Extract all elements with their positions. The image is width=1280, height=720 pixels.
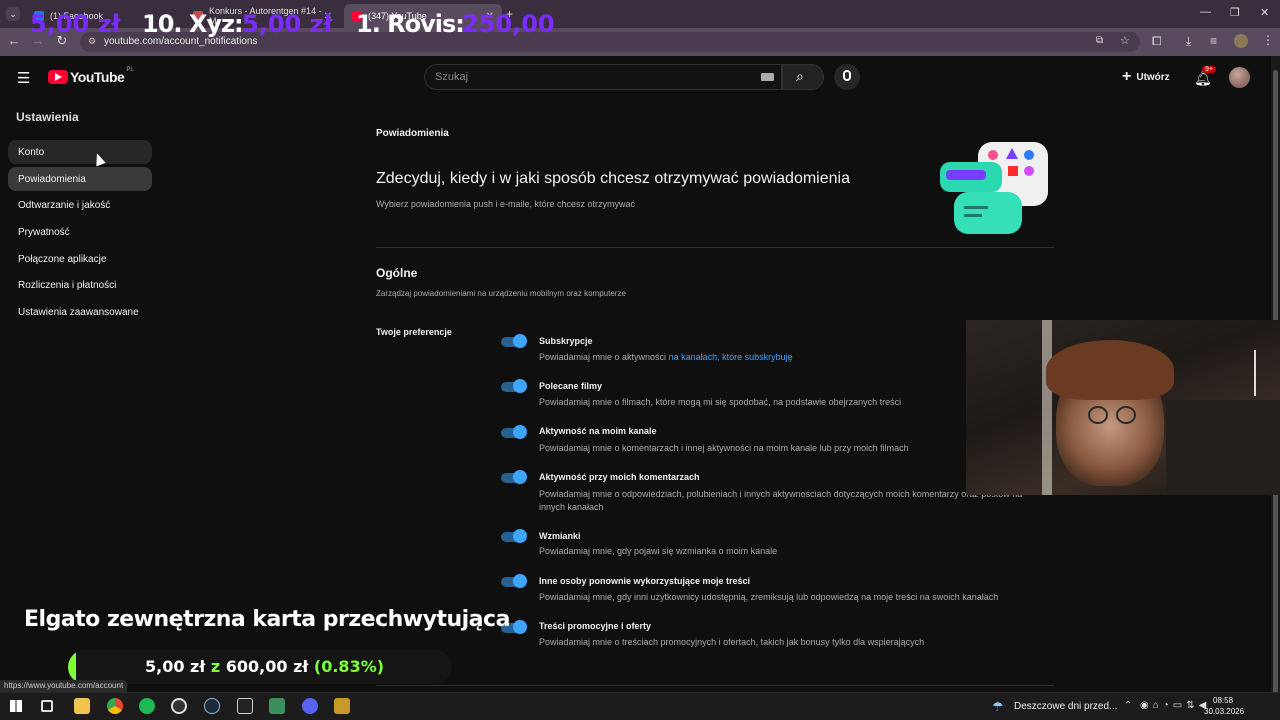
account-avatar[interactable] (1229, 67, 1250, 88)
goal-percent: (0.83%) (313, 657, 385, 676)
chrome-icon[interactable] (107, 698, 123, 714)
search-icon: ⌕ (796, 68, 804, 84)
pref-title: Wzmianki (539, 531, 581, 541)
pref-title: Aktywność przy moich komentarzach (539, 472, 700, 482)
toggle-aktywnosc-komentarze[interactable] (501, 470, 527, 484)
menu-icon[interactable]: ☰ (17, 69, 30, 87)
pref-desc: Powiadamiaj mnie o komentarzach i innej … (539, 443, 909, 453)
overlay-rank1-label: 1. Rovis: (356, 10, 465, 38)
section-label: Powiadomienia (376, 128, 449, 139)
notifications-button[interactable]: 🔔︎ 9+ (1192, 66, 1216, 88)
minimize-icon[interactable]: — (1200, 6, 1211, 18)
pref-desc: Powiadamiaj mnie o treściach promocyjnyc… (539, 637, 925, 647)
create-button[interactable]: + Utwórz (1122, 68, 1170, 86)
pref-desc: Powiadamiaj mnie, gdy pojawi się wzmiank… (539, 546, 778, 556)
toggle-wzmianki[interactable] (501, 529, 527, 543)
tray-icons[interactable]: ◉⌂◔▭⇅◀ (1140, 700, 1210, 711)
toggle-polecane-filmy[interactable] (501, 379, 527, 393)
keyboard-icon[interactable] (761, 73, 774, 81)
sidebar-item-zaawansowane[interactable]: Ustawienia zaawansowane (8, 300, 152, 324)
restore-icon[interactable]: ❐ (1230, 6, 1240, 19)
overlay-rank10-amount: 5,00 zł (242, 10, 333, 38)
profile-avatar-icon[interactable] (1234, 34, 1248, 48)
goal-title: Elgato zewnętrzna karta przechwytująca (24, 607, 510, 632)
overlay-top-amount: 5,00 zł (30, 10, 121, 38)
clock-time[interactable]: 08:58 (1213, 696, 1233, 705)
divider (376, 247, 1054, 248)
search-button[interactable]: ⌕ (782, 64, 824, 90)
windows-start-icon[interactable] (10, 700, 22, 712)
downloads-icon[interactable]: ⤓ (1186, 34, 1191, 49)
weather-text[interactable]: Deszczowe dni przed... (1014, 701, 1117, 712)
pref-desc: Powiadamiaj mnie o filmach, które mogą m… (539, 397, 902, 407)
webcam-feed (966, 320, 1280, 495)
toggle-aktywnosc-kanal[interactable] (501, 425, 527, 439)
pref-title: Polecane filmy (539, 381, 603, 391)
steam-icon[interactable] (204, 698, 220, 714)
spotify-icon[interactable] (139, 698, 155, 714)
tray-chevron-icon[interactable]: ⌃ (1124, 700, 1132, 711)
pref-desc-text: Powiadamiaj mnie o aktywności (539, 352, 669, 362)
voice-search-button[interactable] (834, 64, 860, 90)
page-heading: Zdecyduj, kiedy i w jaki sposób chcesz o… (376, 170, 850, 187)
extensions-icon[interactable]: ⧠ (1152, 34, 1162, 49)
back-icon[interactable]: ← (6, 33, 22, 48)
sidebar-item-rozliczenia[interactable]: Rozliczenia i płatności (8, 273, 152, 297)
pref-title: Treści promocyjne i oferty (539, 621, 652, 631)
epic-games-icon[interactable] (237, 698, 253, 714)
sidebar-item-powiadomienia[interactable]: Powiadomienia (8, 167, 152, 191)
pref-title: Aktywność na moim kanale (539, 426, 657, 436)
tab-search-button[interactable]: ⌄ (6, 7, 20, 21)
sidebar-title: Ustawienia (16, 110, 79, 124)
app-icon[interactable] (334, 698, 350, 714)
overlay-rank10-label: 10. Xyz: (142, 10, 244, 38)
youtube-play-icon (48, 70, 68, 84)
pref-desc: Powiadamiaj mnie, gdy inni użytkownicy u… (539, 592, 999, 602)
goal-target: 600,00 zł (225, 657, 309, 676)
pref-desc: Powiadamiaj mnie o aktywności na kanałac… (539, 352, 793, 362)
divider (376, 685, 1054, 686)
clock-date[interactable]: 30.03.2026 (1204, 707, 1244, 716)
prefs-label: Twoje preferencje (376, 327, 452, 337)
overlay-rank1-amount: 250,00 (462, 10, 555, 38)
mic-icon (843, 70, 851, 81)
file-explorer-icon[interactable] (74, 698, 90, 714)
sidebar-item-konto[interactable]: Konto (8, 140, 152, 164)
discord-icon[interactable] (302, 698, 318, 714)
create-label: Utwórz (1136, 71, 1170, 83)
logo-text: YouTube (70, 69, 125, 85)
page-subheading: Wybierz powiadomienia push i e-maile, kt… (376, 199, 636, 209)
browser-menu-icon[interactable]: ⋮ (1262, 33, 1274, 47)
subscriptions-link[interactable]: na kanałach, które subskrybuję (669, 352, 793, 362)
task-view-icon[interactable] (41, 700, 53, 712)
logo-region: PL (126, 67, 134, 73)
goal-progress-fill (68, 650, 76, 684)
close-window-icon[interactable]: ✕ (1260, 6, 1269, 19)
notification-badge: 9+ (1202, 66, 1216, 73)
app-icon[interactable] (269, 698, 285, 714)
reading-list-icon[interactable]: ≡ (1210, 34, 1217, 48)
notifications-illustration (936, 140, 1052, 238)
toggle-inne-osoby[interactable] (501, 574, 527, 588)
install-icon[interactable]: ⧉ (1096, 35, 1103, 46)
sidebar-item-polaczone-aplikacje[interactable]: Połączone aplikacje (8, 247, 152, 271)
pref-title: Inne osoby ponownie wykorzystujące moje … (539, 576, 751, 586)
sidebar-item-prywatnosc[interactable]: Prywatność (8, 220, 152, 244)
pref-title: Subskrypcje (539, 336, 593, 346)
search-input[interactable]: Szukaj (424, 64, 782, 90)
sidebar-item-odtwarzanie[interactable]: Odtwarzanie i jakość (8, 193, 152, 217)
toggle-subskrypcje[interactable] (501, 334, 527, 348)
obs-icon[interactable] (171, 698, 187, 714)
youtube-logo[interactable]: YouTube PL (48, 67, 134, 85)
bookmark-star-icon[interactable]: ☆ (1120, 34, 1130, 47)
goal-separator: z (210, 657, 221, 676)
general-title: Ogólne (376, 266, 418, 280)
plus-icon: + (1122, 68, 1132, 85)
goal-amounts: 5,00 zł z 600,00 zł (0.83%) (145, 657, 384, 676)
general-desc: Zarządzaj powiadomieniami na urządzeniu … (376, 289, 626, 298)
search-placeholder: Szukaj (435, 71, 469, 83)
weather-icon[interactable]: ☂ (992, 699, 1004, 715)
goal-current: 5,00 zł (145, 657, 206, 676)
